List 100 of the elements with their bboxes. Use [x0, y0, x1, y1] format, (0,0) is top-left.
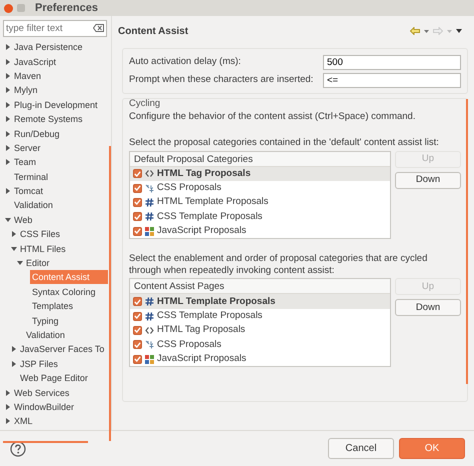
tree-item[interactable]: Web	[12, 212, 34, 227]
window-title: Preferences	[35, 0, 98, 16]
list-item[interactable]: HTML Tag Proposals	[130, 166, 390, 181]
cancel-button[interactable]: Cancel	[328, 438, 394, 459]
tree-item[interactable]: Java Persistence	[12, 40, 85, 54]
tree-item[interactable]: Syntax Coloring	[30, 284, 98, 299]
list-item[interactable]: CSS Template Proposals	[130, 210, 390, 224]
tree-item[interactable]: JSP Files	[18, 356, 60, 371]
checkbox[interactable]	[133, 212, 142, 222]
tree-item[interactable]: JavaServer Faces To	[18, 342, 106, 356]
scrollbar[interactable]	[3, 441, 88, 443]
menu-icon[interactable]	[456, 29, 462, 33]
collapse-arrow-icon[interactable]	[16, 260, 22, 266]
item-label: HTML Tag Proposals	[157, 166, 251, 181]
expand-arrow-icon[interactable]	[10, 346, 16, 352]
checkbox[interactable]	[133, 312, 142, 321]
tree-item[interactable]: HTML Files	[18, 242, 68, 256]
dropdown-icon[interactable]	[424, 30, 429, 32]
tree-item[interactable]: CSS Files	[18, 227, 62, 242]
tree-item[interactable]: Team	[12, 155, 38, 170]
tree-item[interactable]: JavaScript	[12, 54, 58, 69]
input-field[interactable]: 500	[323, 54, 461, 70]
expand-arrow-icon[interactable]	[4, 87, 10, 94]
checkbox[interactable]	[133, 226, 142, 236]
hash-icon	[145, 312, 154, 321]
list-item[interactable]: JavaScript Proposals	[130, 352, 390, 366]
item-label: JavaScript Proposals	[157, 224, 246, 238]
checkbox[interactable]	[133, 297, 142, 306]
expand-arrow-icon[interactable]	[4, 159, 10, 166]
caption-text: Select the enablement and order of proposal categories that are cycled through when repeatedly invoking content assist:	[129, 253, 428, 276]
field-label: Prompt when these characters are inserted:	[129, 72, 314, 87]
description-text: Configure the behavior of the content assist (Ctrl+Space) command.	[129, 110, 416, 123]
input-field[interactable]: <=	[323, 72, 461, 88]
tree-item[interactable]: Maven	[12, 68, 44, 83]
hash-icon	[145, 212, 154, 222]
expand-arrow-icon[interactable]	[4, 390, 10, 396]
tree-item[interactable]: Server	[12, 140, 43, 155]
move-button[interactable]: Down	[395, 172, 461, 188]
item-label: CSS Template Proposals	[157, 210, 262, 224]
expand-arrow-icon[interactable]	[4, 130, 10, 137]
tree-item[interactable]: Web Page Editor	[18, 371, 90, 386]
expand-arrow-icon[interactable]	[10, 231, 16, 238]
expand-arrow-icon[interactable]	[4, 404, 10, 410]
tree-item[interactable]: Templates	[30, 299, 76, 314]
tree-item[interactable]: Remote Systems	[12, 112, 85, 126]
help-icon[interactable]	[10, 440, 26, 456]
checkbox[interactable]	[133, 340, 142, 350]
tree-item[interactable]: Web Services	[12, 386, 72, 400]
item-label: CSS Proposals	[157, 338, 222, 352]
expand-arrow-icon[interactable]	[4, 58, 10, 65]
checkbox[interactable]	[133, 354, 142, 364]
blocks-icon	[145, 226, 154, 236]
expand-arrow-icon[interactable]	[4, 72, 10, 79]
expand-arrow-icon[interactable]	[4, 116, 10, 122]
tree-item[interactable]: Terminal	[12, 170, 50, 184]
tree-item[interactable]: Run/Debug	[12, 126, 62, 141]
angle-brackets-icon	[145, 169, 154, 178]
expand-arrow-icon[interactable]	[4, 102, 10, 108]
expand-arrow-icon[interactable]	[4, 188, 10, 194]
list-item[interactable]: JavaScript Proposals	[130, 224, 390, 238]
expand-arrow-icon[interactable]	[4, 418, 10, 424]
tree-item[interactable]: Editor	[24, 256, 52, 270]
expand-arrow-icon[interactable]	[10, 360, 16, 367]
tree-item[interactable]: Validation	[12, 198, 55, 212]
scrollbar[interactable]	[466, 99, 468, 384]
tree-item[interactable]: Plug-in Development	[12, 98, 100, 112]
expand-arrow-icon[interactable]	[4, 144, 10, 151]
tree-item[interactable]: Validation	[24, 328, 67, 342]
tree-item[interactable]: Mylyn	[12, 83, 40, 98]
hash-icon	[145, 297, 154, 306]
list-item[interactable]: HTML Template Proposals	[130, 294, 390, 309]
list-item[interactable]: HTML Template Proposals	[130, 195, 390, 210]
list-item[interactable]: CSS Proposals	[130, 338, 390, 352]
caption-text: Select the proposal categories contained in the 'default' content assist list:	[129, 137, 440, 148]
checkbox[interactable]	[133, 184, 142, 193]
list-item[interactable]: CSS Proposals	[130, 180, 390, 196]
item-label: JavaScript Proposals	[157, 352, 246, 366]
list-item[interactable]: HTML Tag Proposals	[130, 323, 390, 338]
tree-item[interactable]: WindowBuilder	[12, 400, 76, 414]
checkbox[interactable]	[133, 198, 142, 207]
expand-arrow-icon[interactable]	[4, 44, 10, 50]
collapse-arrow-icon[interactable]	[10, 246, 16, 252]
collapse-arrow-icon[interactable]	[4, 216, 10, 223]
close-icon[interactable]	[4, 4, 13, 12]
angle-brackets-icon	[145, 326, 154, 335]
blocks-icon	[145, 354, 154, 364]
item-label: HTML Tag Proposals	[157, 323, 246, 338]
item-label: HTML Template Proposals	[157, 195, 268, 210]
tree-item[interactable]: Typing	[30, 314, 61, 328]
scrollbar[interactable]	[109, 146, 111, 441]
tree-item[interactable]: XML	[12, 414, 35, 425]
list-item[interactable]: CSS Template Proposals	[130, 308, 390, 324]
column-header: Content Assist Pages	[130, 279, 390, 294]
tree-item[interactable]: Tomcat	[12, 184, 46, 198]
checkbox[interactable]	[133, 326, 142, 335]
filter-field[interactable]: type filter text	[3, 20, 107, 37]
checkbox[interactable]	[133, 169, 142, 178]
move-button[interactable]: Down	[395, 299, 461, 316]
item-label: HTML Template Proposals	[157, 294, 276, 309]
clear-icon[interactable]	[93, 24, 104, 32]
